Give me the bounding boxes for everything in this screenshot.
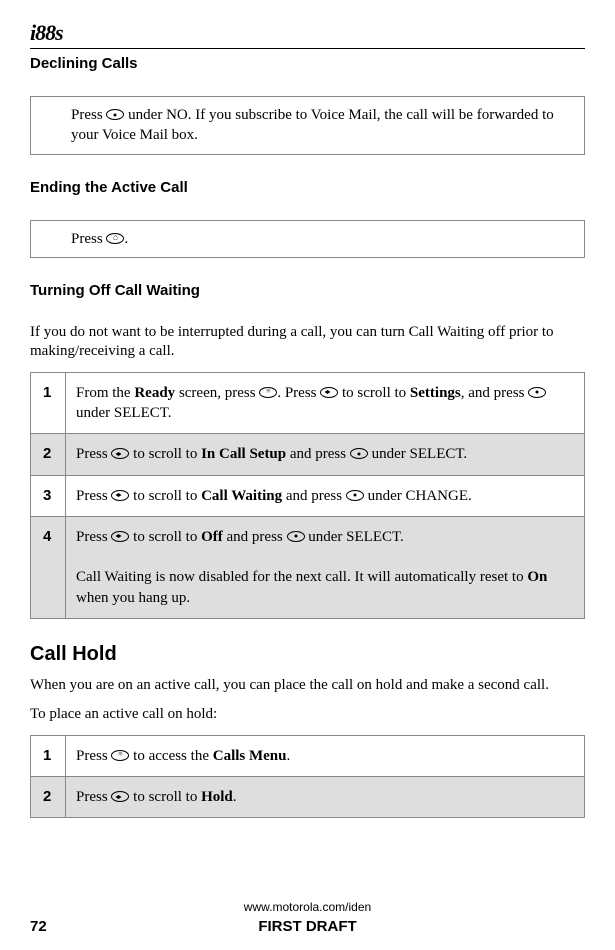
text: to scroll to: [129, 529, 201, 545]
text: and press: [223, 529, 287, 545]
page-title: Declining Calls: [30, 55, 585, 72]
text: , and press: [461, 385, 529, 401]
call-hold-intro-1: When you are on an active call, you can …: [30, 676, 585, 696]
softkey-dot-icon: [287, 531, 305, 542]
step-text: Press to scroll to Hold.: [66, 777, 585, 818]
text: . Press: [277, 385, 320, 401]
text: under SELECT.: [368, 446, 467, 462]
footer-url: www.motorola.com/iden: [30, 900, 585, 914]
step-number: 2: [31, 434, 66, 475]
softkey-dot-icon: [528, 387, 546, 398]
section-title-turning-off: Turning Off Call Waiting: [30, 282, 585, 299]
table-row: 1Press to access the Calls Menu.: [31, 735, 585, 776]
text: Press: [71, 107, 106, 123]
table-row: 3Press to scroll to Call Waiting and pre…: [31, 475, 585, 516]
text: From the: [76, 385, 134, 401]
step-number: 1: [31, 372, 66, 434]
table-row: 2Press to scroll to Hold.: [31, 777, 585, 818]
menu-key-icon: [111, 750, 129, 761]
text: to scroll to: [338, 385, 410, 401]
text: under CHANGE.: [364, 488, 472, 504]
table-row: 1From the Ready screen, press . Press to…: [31, 372, 585, 434]
step-text: Press to scroll to In Call Setup and pre…: [66, 434, 585, 475]
scroll-key-icon: [111, 531, 129, 542]
step-number: 3: [31, 475, 66, 516]
text: to scroll to: [129, 488, 201, 504]
step-number: 4: [31, 516, 66, 618]
text: Press: [76, 789, 111, 805]
bold-term: On: [527, 569, 547, 585]
text: .: [233, 789, 237, 805]
decline-instruction: Press under NO. If you subscribe to Voic…: [30, 96, 585, 155]
bold-term: In Call Setup: [201, 446, 286, 462]
turning-off-intro: If you do not want to be interrupted dur…: [30, 323, 585, 362]
table-row: 4Press to scroll to Off and press under …: [31, 516, 585, 618]
text: Press: [71, 231, 106, 247]
end-key-icon: [106, 233, 124, 244]
text: .: [287, 748, 291, 764]
step-text: Press to scroll to Off and press under S…: [66, 516, 585, 618]
scroll-key-icon: [111, 448, 129, 459]
softkey-dot-icon: [106, 109, 124, 120]
scroll-key-icon: [111, 791, 129, 802]
section-title-ending: Ending the Active Call: [30, 179, 585, 196]
text: Press: [76, 446, 111, 462]
table-row: 2Press to scroll to In Call Setup and pr…: [31, 434, 585, 475]
divider: [30, 48, 585, 49]
text: when you hang up.: [76, 590, 190, 606]
step-text: Press to scroll to Call Waiting and pres…: [66, 475, 585, 516]
text: to scroll to: [129, 789, 201, 805]
text: Call Waiting is now disabled for the nex…: [76, 569, 527, 585]
softkey-dot-icon: [346, 490, 364, 501]
ending-instruction: Press .: [30, 220, 585, 258]
bold-term: Call Waiting: [201, 488, 282, 504]
product-logo: i88s: [30, 20, 585, 46]
text: Press: [76, 748, 111, 764]
text: and press: [282, 488, 346, 504]
call-hold-intro-2: To place an active call on hold:: [30, 705, 585, 725]
menu-key-icon: [259, 387, 277, 398]
section-title-call-hold: Call Hold: [30, 643, 585, 666]
bold-term: Off: [201, 529, 223, 545]
step-text: From the Ready screen, press . Press to …: [66, 372, 585, 434]
bold-term: Settings: [410, 385, 461, 401]
bold-term: Calls Menu: [213, 748, 287, 764]
steps-table-1: 1From the Ready screen, press . Press to…: [30, 372, 585, 619]
text: to scroll to: [129, 446, 201, 462]
bold-term: Hold: [201, 789, 233, 805]
step-text: Press to access the Calls Menu.: [66, 735, 585, 776]
softkey-dot-icon: [350, 448, 368, 459]
page-number: 72: [30, 918, 47, 935]
text: Press: [76, 488, 111, 504]
text: .: [124, 231, 128, 247]
bold-term: Ready: [134, 385, 175, 401]
step-number: 2: [31, 777, 66, 818]
text: under SELECT.: [76, 405, 172, 421]
text: screen, press: [175, 385, 259, 401]
steps-table-2: 1Press to access the Calls Menu.2Press t…: [30, 735, 585, 819]
text: under SELECT.: [305, 529, 404, 545]
scroll-key-icon: [111, 490, 129, 501]
text: to access the: [129, 748, 212, 764]
text: under NO. If you subscribe to Voice Mail…: [71, 107, 554, 143]
text: and press: [286, 446, 350, 462]
step-number: 1: [31, 735, 66, 776]
text: Press: [76, 529, 111, 545]
footer: www.motorola.com/iden 72 FIRST DRAFT: [30, 900, 585, 935]
scroll-key-icon: [320, 387, 338, 398]
draft-label: FIRST DRAFT: [258, 918, 356, 935]
